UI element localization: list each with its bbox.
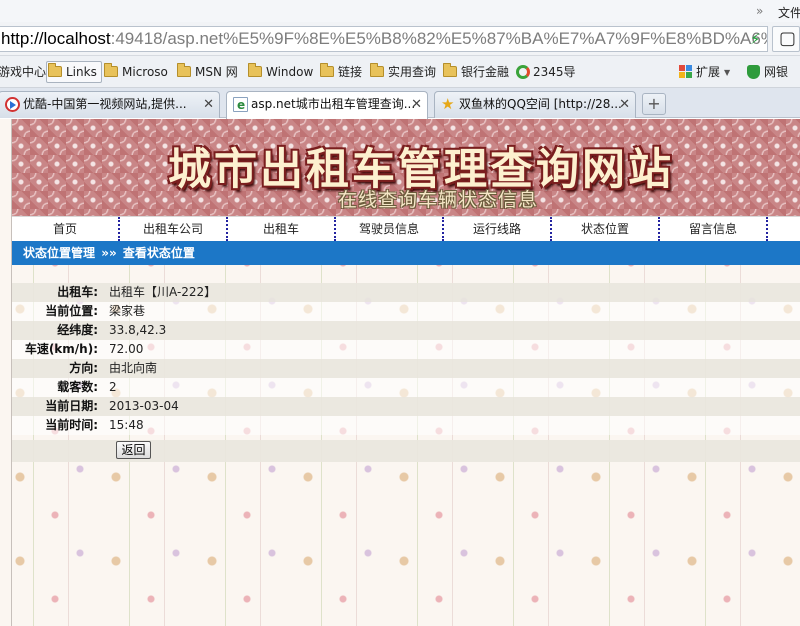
url-path: :49418/asp.net%E5%9F%8E%E5%B8%82%E5%87%B… xyxy=(110,29,767,48)
extensions-label: 扩展 xyxy=(696,65,721,79)
detail-row-speed: 车速(km/h): 72.00 xyxy=(12,340,800,359)
folder-icon xyxy=(320,63,334,77)
folder-icon xyxy=(370,63,384,77)
fav-practical-query[interactable]: 实用查询 xyxy=(370,63,436,81)
nav-status-position[interactable]: 状态位置 xyxy=(552,217,660,241)
detail-label: 当前日期: xyxy=(45,399,98,413)
detail-actions: 返回 xyxy=(12,440,800,462)
tab-youku[interactable]: 优酷-中国第一视频网站,提供... ✕ xyxy=(0,91,220,118)
nav-routes[interactable]: 运行线路 xyxy=(444,217,552,241)
netbank-menu[interactable]: 网银 xyxy=(747,63,788,81)
fav-game-center[interactable]: 游戏中心 xyxy=(0,63,46,81)
tab-qq-space[interactable]: ★ 双鱼林的QQ空间 [http://28... ✕ xyxy=(434,91,636,118)
page-content: 城市出租车管理查询网站 在线查询车辆状态信息 首页 出租车公司 出租车 驾驶员信… xyxy=(0,119,800,626)
nav-driver-info[interactable]: 驾驶员信息 xyxy=(336,217,444,241)
detail-row-date: 当前日期: 2013-03-04 xyxy=(12,397,800,416)
panel-icon: ▢ xyxy=(779,28,797,49)
detail-value: 33.8,42.3 xyxy=(109,323,167,337)
address-bar: http://localhost:49418/asp.net%E5%9F%8E%… xyxy=(0,22,800,56)
close-icon[interactable]: ✕ xyxy=(411,92,422,117)
page-icon xyxy=(233,93,248,118)
shield-icon xyxy=(747,65,760,79)
chevron-down-icon: ▼ xyxy=(724,68,731,77)
tab-taxi-site[interactable]: asp.net城市出租车管理查询... ✕ xyxy=(226,91,428,119)
site-2345-icon xyxy=(516,65,530,79)
detail-value: 15:48 xyxy=(109,418,144,432)
netbank-label: 网银 xyxy=(764,65,789,79)
site-subtitle: 在线查询车辆状态信息 xyxy=(338,189,539,211)
file-menu[interactable]: 文件 xyxy=(778,4,800,21)
detail-value: 梁家巷 xyxy=(109,304,146,318)
fav-bank-label: 银行金融 xyxy=(461,65,510,79)
close-icon[interactable]: ✕ xyxy=(203,92,214,117)
youku-icon xyxy=(5,97,20,112)
detail-label: 车速(km/h): xyxy=(24,342,98,356)
folder-icon xyxy=(443,63,457,77)
fav-2345-label: 2345导 xyxy=(533,65,576,79)
breadcrumb-page: 查看状态位置 xyxy=(122,246,195,260)
site-banner: 城市出租车管理查询网站 在线查询车辆状态信息 xyxy=(12,119,800,216)
breadcrumb-separator: »» xyxy=(101,246,117,260)
nav-home[interactable]: 首页 xyxy=(12,217,120,241)
fav-lianjie-label: 链接 xyxy=(338,65,363,79)
detail-label: 载客数: xyxy=(57,380,98,394)
overflow-chevron-icon[interactable]: » xyxy=(756,4,763,18)
folder-icon xyxy=(248,63,262,77)
breadcrumb: 状态位置管理 »» 查看状态位置 xyxy=(12,241,800,265)
detail-label: 方向: xyxy=(69,361,98,375)
extensions-menu[interactable]: 扩展 ▼ xyxy=(679,63,730,81)
star-icon: ★ xyxy=(441,95,455,113)
detail-row-direction: 方向: 由北向南 xyxy=(12,359,800,378)
url-host: http://localhost xyxy=(1,29,111,48)
lightning-icon[interactable]: ⚡ xyxy=(750,30,761,48)
favorites-bar: 游戏中心 Links Microso MSN 网 Window 链接 实用查询 … xyxy=(0,56,800,88)
new-tab-button[interactable]: + xyxy=(642,93,666,115)
detail-row-time: 当前时间: 15:48 xyxy=(12,416,800,435)
folder-icon xyxy=(104,63,118,77)
detail-value: 72.00 xyxy=(109,342,144,356)
fav-microsoft[interactable]: Microso xyxy=(104,63,168,81)
fav-links[interactable]: Links xyxy=(46,61,102,83)
breadcrumb-section: 状态位置管理 xyxy=(23,246,96,260)
detail-label: 当前位置: xyxy=(45,304,98,318)
nav-messages[interactable]: 留言信息 xyxy=(660,217,768,241)
detail-row-location: 当前位置: 梁家巷 xyxy=(12,302,800,321)
detail-value: 2013-03-04 xyxy=(109,399,179,413)
fav-lianjie[interactable]: 链接 xyxy=(320,63,362,81)
browser-top-strip: » 文件 xyxy=(0,0,800,22)
folder-icon xyxy=(177,63,191,77)
main-nav: 首页 出租车公司 出租车 驾驶员信息 运行线路 状态位置 留言信息 xyxy=(12,216,800,241)
detail-label: 经纬度: xyxy=(57,323,98,337)
tab-title: 优酷-中国第一视频网站,提供... xyxy=(23,97,187,111)
detail-label: 出租车: xyxy=(57,285,98,299)
url-input[interactable]: http://localhost:49418/asp.net%E5%9F%8E%… xyxy=(0,26,768,52)
nav-taxi[interactable]: 出租车 xyxy=(228,217,336,241)
close-icon[interactable]: ✕ xyxy=(619,92,630,117)
tab-bar: 优酷-中国第一视频网站,提供... ✕ asp.net城市出租车管理查询... … xyxy=(0,88,800,119)
fav-microsoft-label: Microso xyxy=(122,65,168,79)
detail-value: 由北向南 xyxy=(109,361,158,375)
folder-icon xyxy=(48,63,62,77)
side-panel-button[interactable]: ▢ xyxy=(772,26,800,52)
tab-title: asp.net城市出租车管理查询... xyxy=(251,97,416,111)
fav-links-label: Links xyxy=(66,65,97,79)
fav-msn-label: MSN 网 xyxy=(195,65,238,79)
detail-row-passengers: 载客数: 2 xyxy=(12,378,800,397)
back-button[interactable]: 返回 xyxy=(116,441,151,459)
fav-bank[interactable]: 银行金融 xyxy=(443,63,509,81)
detail-value: 出租车【川A-222】 xyxy=(109,285,217,299)
detail-label: 当前时间: xyxy=(45,418,98,432)
nav-taxi-company[interactable]: 出租车公司 xyxy=(120,217,228,241)
fav-windows[interactable]: Window xyxy=(248,63,313,81)
tab-title: 双鱼林的QQ空间 [http://28... xyxy=(459,97,622,111)
detail-row-taxi: 出租车: 出租车【川A-222】 xyxy=(12,283,800,302)
extensions-icon xyxy=(679,65,692,78)
fav-2345[interactable]: 2345导 xyxy=(516,63,576,81)
detail-value: 2 xyxy=(109,380,117,394)
detail-row-coordinates: 经纬度: 33.8,42.3 xyxy=(12,321,800,340)
fav-msn[interactable]: MSN 网 xyxy=(177,63,238,81)
fav-windows-label: Window xyxy=(266,65,314,79)
fav-practical-query-label: 实用查询 xyxy=(388,65,437,79)
